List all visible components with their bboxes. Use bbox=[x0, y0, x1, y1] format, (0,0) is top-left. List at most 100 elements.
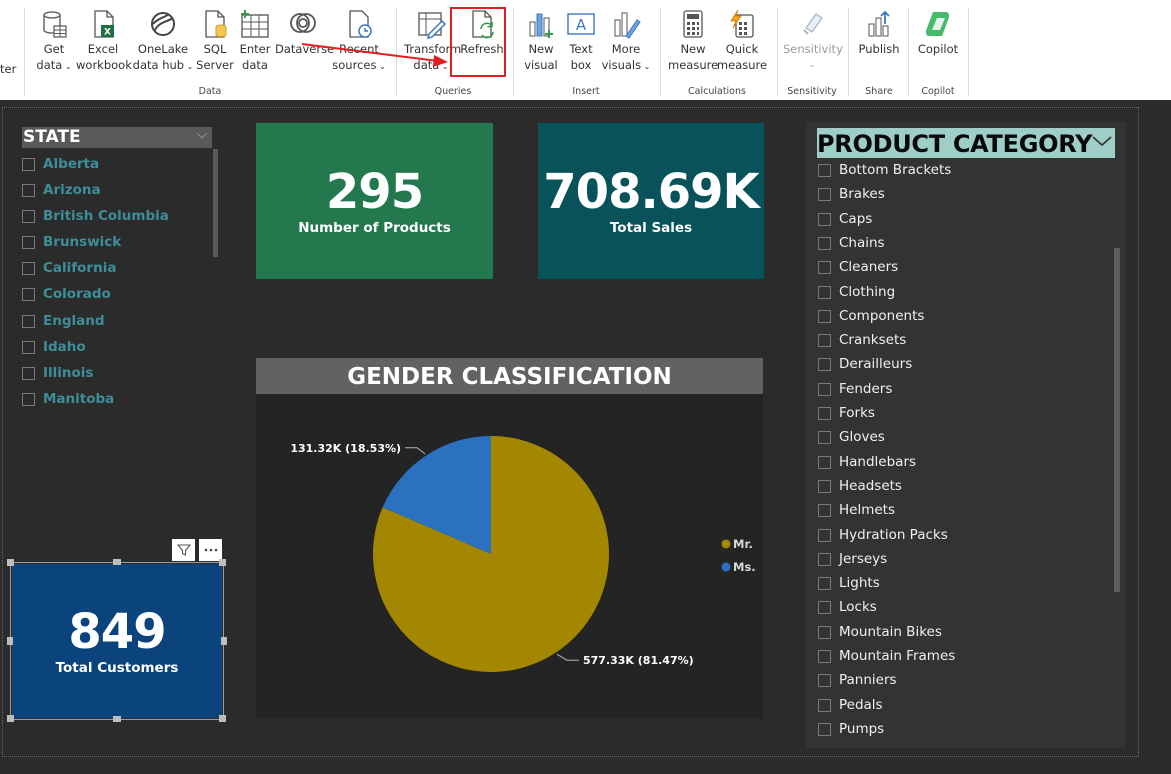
resize-handle[interactable] bbox=[7, 559, 14, 566]
checkbox[interactable] bbox=[818, 357, 831, 371]
product-category-item[interactable]: Bottom Brackets bbox=[818, 160, 951, 180]
resize-handle[interactable] bbox=[219, 559, 226, 566]
copilot-button[interactable]: Copilot bbox=[914, 8, 962, 57]
state-item[interactable]: Brunswick bbox=[22, 232, 121, 252]
checkbox[interactable] bbox=[818, 673, 831, 687]
checkbox[interactable] bbox=[22, 209, 35, 223]
product-slicer-scrollbar[interactable] bbox=[1114, 248, 1120, 592]
quick-measure-button[interactable]: Quick measure bbox=[716, 8, 768, 73]
state-slicer-scrollbar[interactable] bbox=[213, 149, 218, 257]
checkbox[interactable] bbox=[818, 285, 831, 299]
product-category-item[interactable]: Helmets bbox=[818, 500, 895, 520]
checkbox[interactable] bbox=[22, 183, 35, 197]
product-category-item[interactable]: Hydration Packs bbox=[818, 525, 948, 545]
publish-button[interactable]: Publish bbox=[856, 8, 902, 57]
state-item[interactable]: British Columbia bbox=[22, 206, 169, 226]
sql-server-button[interactable]: SQL Server bbox=[196, 8, 234, 73]
dataverse-button[interactable]: Dataverse bbox=[275, 8, 334, 57]
checkbox[interactable] bbox=[818, 698, 831, 712]
product-category-item[interactable]: Caps bbox=[818, 209, 872, 229]
enter-data-button[interactable]: Enter data bbox=[237, 8, 273, 73]
customers-card[interactable]: 849 Total Customers bbox=[12, 564, 222, 718]
checkbox[interactable] bbox=[818, 649, 831, 663]
state-slicer[interactable]: STATE Alberta Arizona British Columbia B… bbox=[22, 127, 222, 417]
chevron-down-icon[interactable] bbox=[1091, 134, 1113, 148]
state-item[interactable]: Arizona bbox=[22, 180, 101, 200]
checkbox[interactable] bbox=[818, 163, 831, 177]
checkbox[interactable] bbox=[818, 479, 831, 493]
new-measure-button[interactable]: New measure bbox=[668, 8, 718, 73]
product-category-item[interactable]: Chains bbox=[818, 233, 885, 253]
checkbox[interactable] bbox=[818, 212, 831, 226]
new-visual-button[interactable]: New visual bbox=[522, 8, 560, 73]
product-category-item[interactable]: Cleaners bbox=[818, 257, 898, 277]
onelake-data-hub-button[interactable]: OneLake data hub ⌄ bbox=[132, 8, 194, 75]
state-item[interactable]: Colorado bbox=[22, 284, 111, 304]
checkbox[interactable] bbox=[22, 287, 35, 301]
state-item[interactable]: Alberta bbox=[22, 154, 99, 174]
state-item[interactable]: England bbox=[22, 311, 105, 331]
product-category-item[interactable]: Handlebars bbox=[818, 452, 916, 472]
product-category-item[interactable]: Components bbox=[818, 306, 924, 326]
product-category-item[interactable]: Panniers bbox=[818, 670, 897, 690]
checkbox[interactable] bbox=[818, 430, 831, 444]
more-visuals-button[interactable]: More visuals ⌄ bbox=[600, 8, 652, 75]
product-category-item[interactable]: Derailleurs bbox=[818, 354, 912, 374]
resize-handle[interactable] bbox=[113, 559, 121, 565]
product-category-item[interactable]: Jerseys bbox=[818, 549, 887, 569]
product-category-item[interactable]: Pedals bbox=[818, 695, 883, 715]
recent-sources-button[interactable]: Recent sources ⌄ bbox=[331, 8, 387, 75]
resize-handle[interactable] bbox=[113, 716, 121, 722]
legend-label[interactable]: Mr. bbox=[733, 537, 753, 551]
checkbox[interactable] bbox=[22, 235, 35, 249]
checkbox[interactable] bbox=[818, 309, 831, 323]
checkbox[interactable] bbox=[22, 392, 35, 406]
state-item[interactable]: Idaho bbox=[22, 337, 86, 357]
checkbox[interactable] bbox=[818, 528, 831, 542]
product-category-item[interactable]: Lights bbox=[818, 573, 880, 593]
product-category-item[interactable]: Fenders bbox=[818, 379, 892, 399]
product-category-item[interactable]: Brakes bbox=[818, 184, 885, 204]
product-category-item[interactable]: Mountain Frames bbox=[818, 646, 955, 666]
checkbox[interactable] bbox=[22, 340, 35, 354]
checkbox[interactable] bbox=[818, 552, 831, 566]
checkbox[interactable] bbox=[818, 455, 831, 469]
state-item[interactable]: Illinois bbox=[22, 363, 93, 383]
product-category-item[interactable]: Clothing bbox=[818, 282, 895, 302]
sales-card[interactable]: 708.69K Total Sales bbox=[538, 123, 764, 279]
resize-handle[interactable] bbox=[219, 715, 226, 722]
checkbox[interactable] bbox=[818, 382, 831, 396]
checkbox[interactable] bbox=[818, 333, 831, 347]
product-category-item[interactable]: Forks bbox=[818, 403, 875, 423]
products-card[interactable]: 295 Number of Products bbox=[256, 123, 493, 279]
gender-pie-visual[interactable]: GENDER CLASSIFICATION 577.33K (81.47%) 13… bbox=[256, 358, 763, 719]
checkbox[interactable] bbox=[818, 722, 831, 736]
state-item[interactable]: California bbox=[22, 258, 116, 278]
product-category-item[interactable]: Cranksets bbox=[818, 330, 906, 350]
chevron-down-icon[interactable] bbox=[196, 131, 208, 141]
checkbox[interactable] bbox=[22, 314, 35, 328]
filter-button[interactable] bbox=[172, 539, 195, 561]
checkbox[interactable] bbox=[818, 625, 831, 639]
more-options-button[interactable] bbox=[199, 539, 222, 561]
resize-handle[interactable] bbox=[7, 715, 14, 722]
get-data-button[interactable]: Get data ⌄ bbox=[34, 8, 74, 75]
checkbox[interactable] bbox=[818, 576, 831, 590]
resize-handle[interactable] bbox=[221, 637, 227, 645]
checkbox[interactable] bbox=[22, 157, 35, 171]
sensitivity-button[interactable]: Sensitivity ⌄ bbox=[783, 8, 843, 73]
product-category-item[interactable]: Gloves bbox=[818, 427, 885, 447]
resize-handle[interactable] bbox=[7, 637, 13, 645]
product-category-item[interactable]: Headsets bbox=[818, 476, 902, 496]
legend-label[interactable]: Ms. bbox=[733, 560, 756, 574]
checkbox[interactable] bbox=[818, 260, 831, 274]
checkbox[interactable] bbox=[22, 261, 35, 275]
product-category-slicer[interactable]: PRODUCT CATEGORY Bottom Brackets Brakes Ca… bbox=[806, 122, 1126, 748]
product-category-item[interactable]: Mountain Bikes bbox=[818, 622, 942, 642]
excel-workbook-button[interactable]: X Excel workbook bbox=[76, 8, 132, 73]
product-category-item[interactable]: Pumps bbox=[818, 719, 884, 739]
checkbox[interactable] bbox=[818, 406, 831, 420]
text-box-button[interactable]: A Text box bbox=[562, 8, 600, 73]
product-category-item[interactable]: Locks bbox=[818, 597, 877, 617]
checkbox[interactable] bbox=[818, 187, 831, 201]
